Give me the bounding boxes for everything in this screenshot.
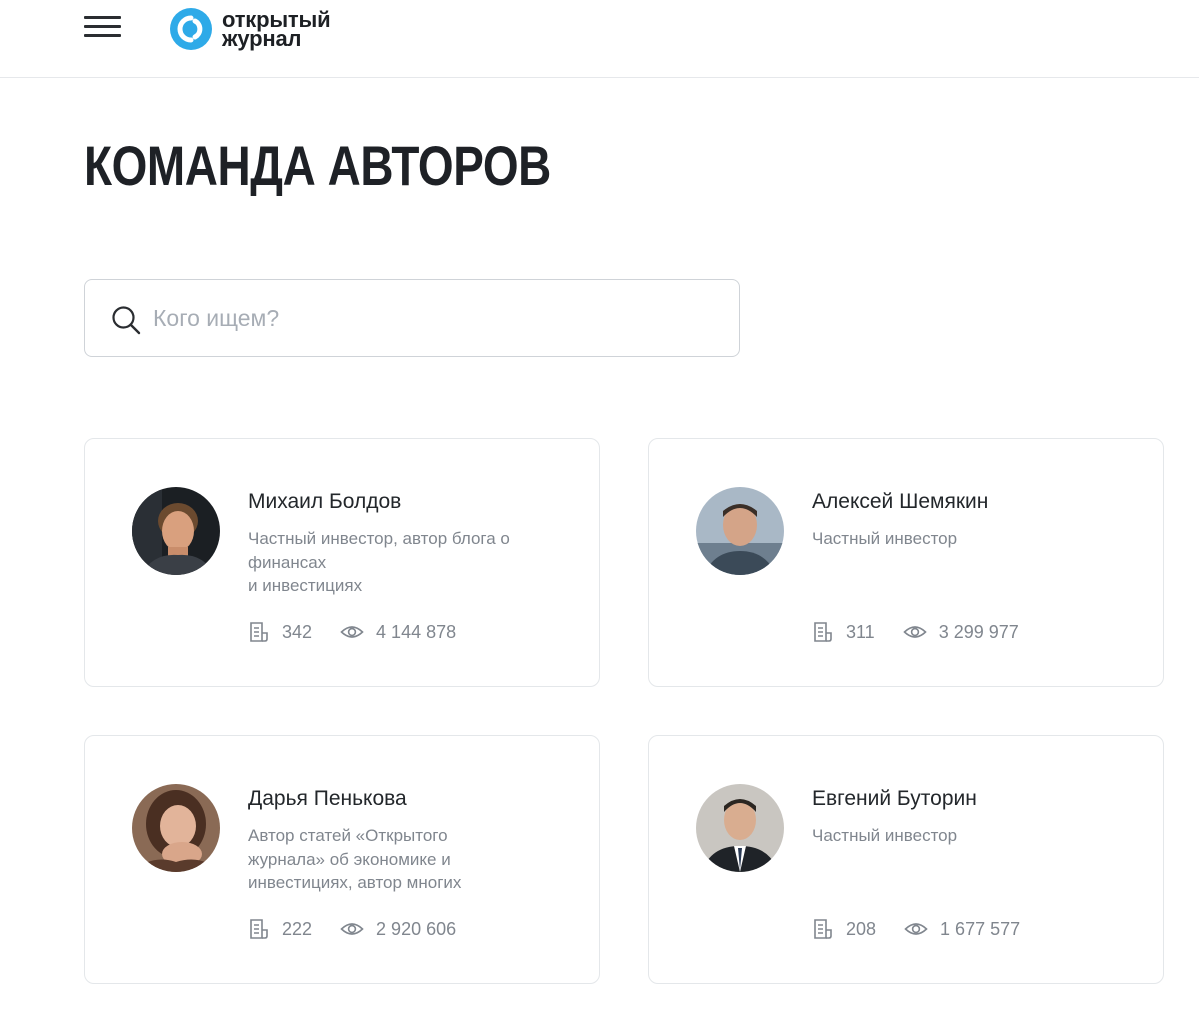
description-line: журнала» об экономике и [248,849,451,869]
avatar [696,784,784,872]
author-card[interactable]: Михаил Болдов Частный инвестор, автор бл… [84,438,600,687]
document-icon [250,919,268,939]
search-icon [112,306,141,335]
author-name: Евгений Буторин [812,787,977,810]
eye-icon [904,923,928,935]
eye-icon [340,626,364,638]
author-description: Частный инвестор [812,824,1112,848]
author-name: Алексей Шемякин [812,490,989,513]
author-stats: 311 3 299 977 [812,619,1047,645]
author-card[interactable]: Алексей Шемякин Частный инвестор 311 3 2… [648,438,1164,687]
avatar [132,784,220,872]
document-icon [814,919,832,939]
author-description: Автор статей «Открытого журнала» об экон… [248,824,548,895]
description-line: финансах [248,552,327,572]
articles-count: 222 [282,918,313,939]
author-card[interactable]: Евгений Буторин Частный инвестор 208 1 6… [648,735,1164,984]
author-stats: 342 4 144 878 [248,619,484,645]
search-input[interactable] [153,300,713,336]
eye-icon [903,626,927,638]
description-line: Частный инвестор [812,529,958,548]
description-line: Частный инвестор, автор блога о [248,529,510,548]
views-count: 2 920 606 [376,918,457,939]
logo-mark-icon [170,8,212,50]
eye-icon [340,923,364,935]
views-count: 4 144 878 [376,621,457,642]
description-line: инвестициях, автор многих [248,873,462,892]
author-description: Частный инвестор [812,527,1112,551]
views-count: 1 677 577 [940,918,1021,939]
articles-count: 311 [846,621,875,642]
author-stats: 222 2 920 606 [248,916,484,942]
description-line: Частный инвестор [812,826,958,845]
author-description: Частный инвестор, автор блога о финансах… [248,527,548,598]
description-line: и инвестициях [248,576,363,595]
articles-count: 208 [846,918,877,939]
views-count: 3 299 977 [938,621,1019,642]
hamburger-menu-icon[interactable] [84,15,122,39]
search-box[interactable] [84,279,740,357]
site-logo[interactable]: открытый журнал [170,6,331,52]
logo-text: открытый журнал [222,9,331,50]
description-line: Автор статей «Открытого [248,826,448,845]
document-icon [814,622,832,642]
document-icon [250,622,268,642]
author-name: Михаил Болдов [248,490,402,513]
author-stats: 208 1 677 577 [812,916,1048,942]
articles-count: 342 [282,621,313,642]
author-name: Дарья Пенькова [248,787,407,810]
site-header: открытый журнал [0,0,1199,78]
avatar [132,487,220,575]
page-title: КОМАНДА АВТОРОВ [84,134,551,197]
author-card[interactable]: Дарья Пенькова Автор статей «Открытого ж… [84,735,600,984]
avatar [696,487,784,575]
